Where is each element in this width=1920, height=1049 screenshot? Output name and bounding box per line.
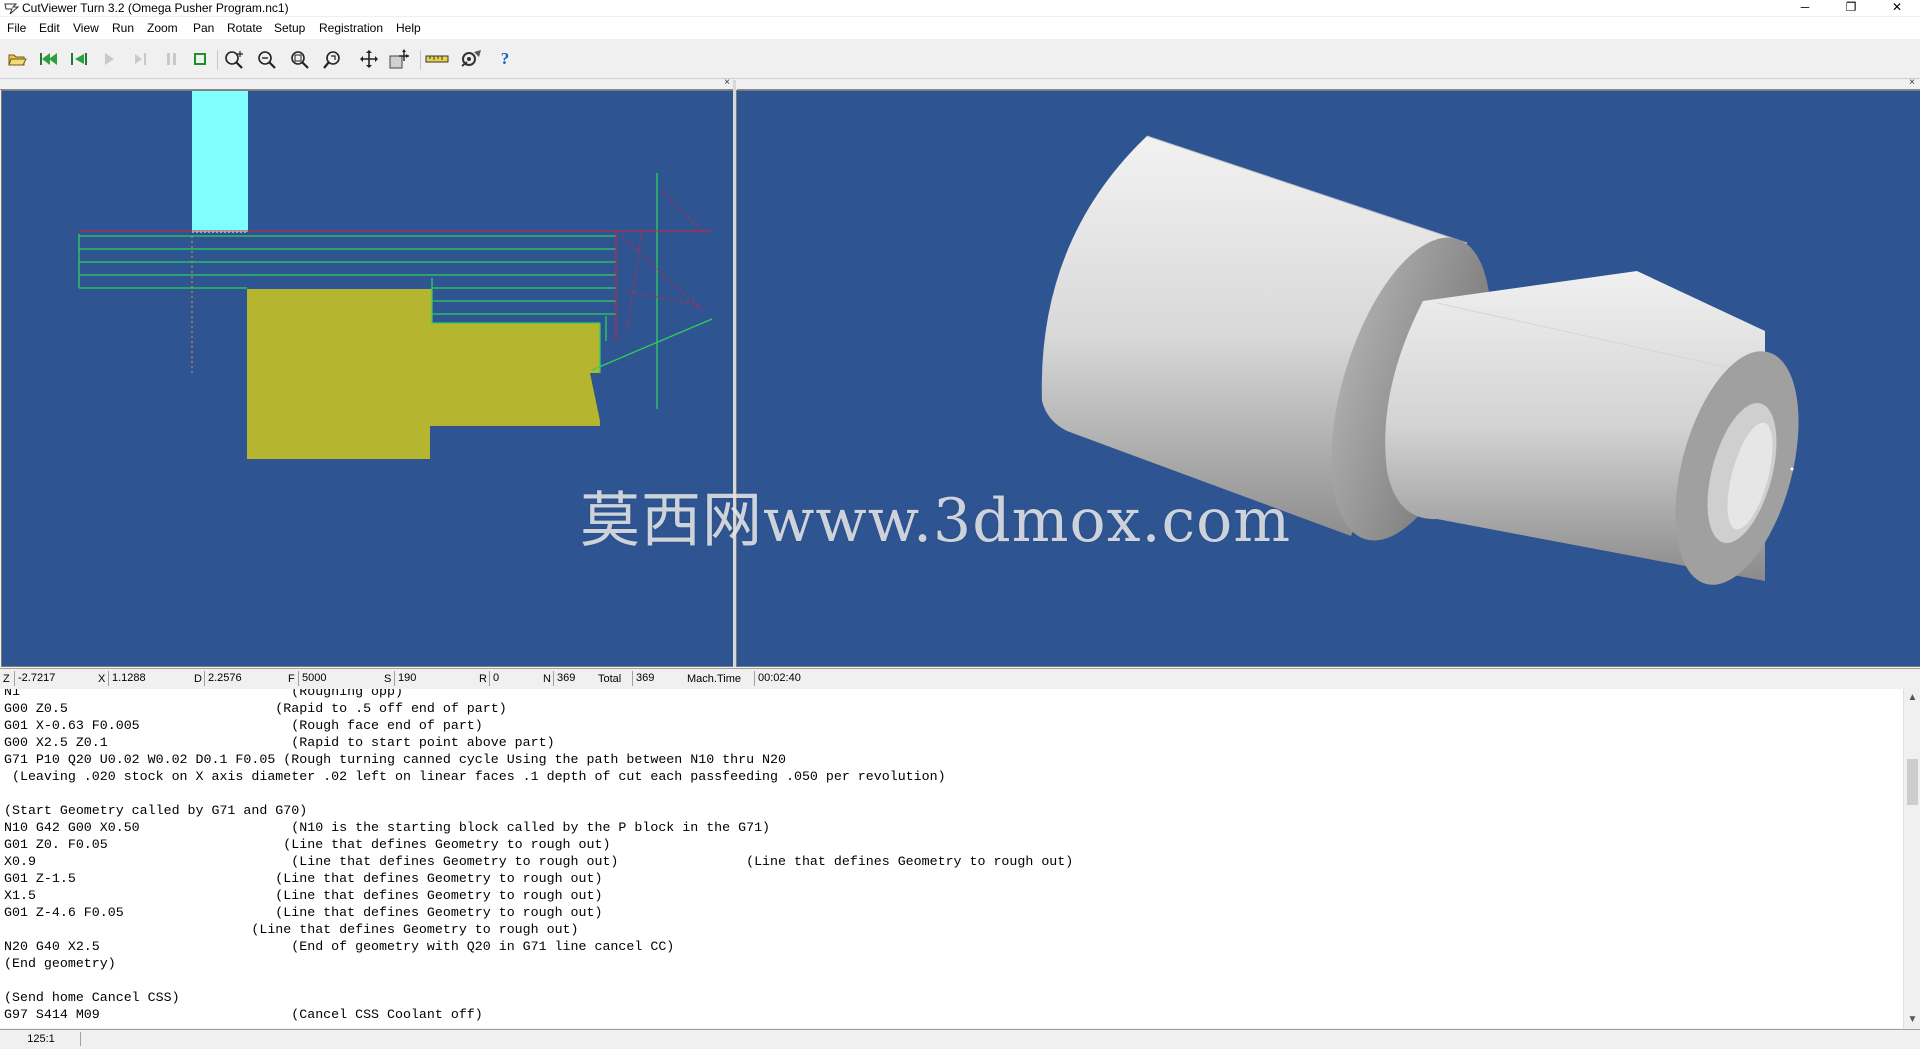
r-label: R — [479, 673, 487, 685]
f-value: 5000 — [298, 671, 382, 686]
scroll-up-arrow-icon[interactable]: ▲ — [1904, 689, 1920, 706]
code-line: N1 (Roughing opp) — [4, 689, 403, 699]
bottom-status-bar: 125:1 — [0, 1029, 1920, 1049]
code-line: N10 G42 G00 X0.50 (N10 is the starting b… — [4, 820, 771, 835]
total-value: 369 — [632, 671, 682, 686]
n-value: 369 — [553, 671, 595, 686]
open-folder-icon[interactable] — [4, 47, 30, 71]
code-line: X0.9 (Line that defines Geometry to roug… — [4, 854, 1074, 869]
code-line: X1.5 (Line that defines Geometry to roug… — [4, 888, 603, 903]
menu-registration[interactable]: Registration — [319, 17, 383, 39]
menu-rotate[interactable]: Rotate — [227, 17, 262, 39]
d-label: D — [194, 673, 202, 685]
menu-help[interactable]: Help — [396, 17, 421, 39]
close-button[interactable]: ✕ — [1874, 0, 1920, 16]
help-icon[interactable]: ? — [492, 47, 518, 71]
code-line: (Send home Cancel CSS) — [4, 990, 180, 1005]
toolpath-2d-canvas — [78, 91, 713, 459]
mach-time-value: 00:02:40 — [754, 671, 828, 686]
n-label: N — [543, 673, 551, 685]
code-line: G01 Z-1.5 (Line that defines Geometry to… — [4, 871, 603, 886]
toolpath-2d-view[interactable] — [1, 90, 734, 667]
code-scrollbar[interactable]: ▲ ▼ — [1903, 689, 1920, 1028]
zoom-previous-icon[interactable] — [320, 47, 346, 71]
menu-zoom[interactable]: Zoom — [147, 17, 178, 39]
menu-run[interactable]: Run — [112, 17, 134, 39]
code-line: G97 S414 M09 (Cancel CSS Coolant off) — [4, 1007, 483, 1022]
code-line: (End geometry) — [4, 956, 116, 971]
minimize-button[interactable]: ─ — [1782, 0, 1828, 16]
tool-setup-icon[interactable] — [458, 47, 484, 71]
restore-button[interactable]: ❐ — [1828, 0, 1874, 16]
help-glyph: ? — [500, 49, 510, 68]
step-forward-icon[interactable] — [128, 47, 154, 71]
toolbar: ? — [0, 40, 1920, 79]
z-label: Z — [3, 673, 10, 685]
total-label: Total — [598, 673, 622, 685]
cutting-tool — [192, 91, 248, 232]
z-value: -2.7217 — [14, 671, 94, 686]
toolbar-separator — [217, 50, 218, 70]
stop-icon[interactable] — [187, 47, 213, 71]
rotate-view-icon[interactable] — [387, 47, 413, 71]
measure-ruler-icon[interactable] — [424, 47, 450, 71]
code-line: (Leaving .020 stock on X axis diameter .… — [4, 769, 946, 784]
code-line: G01 Z-4.6 F0.05 (Line that defines Geome… — [4, 905, 603, 920]
scroll-thumb[interactable] — [1907, 759, 1918, 805]
r-value: 0 — [489, 671, 543, 686]
s-label: S — [384, 673, 392, 685]
right-pane-close-icon[interactable]: × — [1906, 77, 1918, 89]
menu-setup[interactable]: Setup — [274, 17, 305, 39]
zoom-fit-icon[interactable] — [287, 47, 313, 71]
right-pane-header: × — [737, 77, 1920, 90]
zoom-window-icon[interactable] — [221, 47, 247, 71]
menu-pan[interactable]: Pan — [193, 17, 214, 39]
rewind-icon[interactable] — [36, 47, 62, 71]
watermark-text: 莫西网www.3dmox.com — [580, 486, 1292, 556]
cutviewer-app-icon — [4, 1, 20, 15]
zoom-scale: 125:1 — [2, 1032, 81, 1046]
code-line: N20 G40 X2.5 (End of geometry with Q20 i… — [4, 939, 675, 954]
menu-view[interactable]: View — [73, 17, 99, 39]
pause-icon[interactable] — [158, 47, 184, 71]
menu-bar: File Edit View Run Zoom Pan Rotate Setup… — [0, 17, 1920, 39]
code-line: G71 P10 Q20 U0.02 W0.02 D0.1 F0.05 (Roug… — [4, 752, 786, 767]
mach-time-label: Mach.Time — [687, 673, 741, 685]
left-pane-close-icon[interactable]: × — [721, 77, 733, 89]
x-label: X — [98, 673, 106, 685]
code-line: G01 Z0. F0.05 (Line that defines Geometr… — [4, 837, 611, 852]
code-line: G00 X2.5 Z0.1 (Rapid to start point abov… — [4, 735, 555, 750]
title-bar: CutViewer Turn 3.2 (Omega Pusher Program… — [0, 0, 1920, 16]
status-row: Z -2.7217 X 1.1288 D 2.2576 F 5000 S 190… — [0, 668, 1920, 690]
toolbar-separator — [420, 50, 421, 70]
step-back-icon[interactable] — [66, 47, 92, 71]
solid-3d-view[interactable] — [736, 90, 1920, 667]
solid-3d-canvas — [1041, 135, 1799, 585]
menu-file[interactable]: File — [7, 17, 26, 39]
f-label: F — [288, 673, 295, 685]
play-icon[interactable] — [96, 47, 122, 71]
pan-icon[interactable] — [356, 47, 382, 71]
x-value: 1.1288 — [108, 671, 192, 686]
code-line: (Start Geometry called by G71 and G70) — [4, 803, 308, 818]
scroll-down-arrow-icon[interactable]: ▼ — [1904, 1011, 1920, 1028]
nc-code-listing[interactable]: N1 (Roughing opp) G00 Z0.5 (Rapid to .5 … — [0, 689, 1903, 1028]
code-line: G00 Z0.5 (Rapid to .5 off end of part) — [4, 701, 507, 716]
s-value: 190 — [394, 671, 478, 686]
code-line: (Line that defines Geometry to rough out… — [4, 922, 579, 937]
d-value: 2.2576 — [204, 671, 284, 686]
menu-edit[interactable]: Edit — [39, 17, 60, 39]
left-pane-header: × — [0, 77, 735, 90]
code-line: G01 X-0.63 F0.005 (Rough face end of par… — [4, 718, 483, 733]
zoom-out-icon[interactable] — [254, 47, 280, 71]
window-title: CutViewer Turn 3.2 (Omega Pusher Program… — [22, 1, 289, 15]
